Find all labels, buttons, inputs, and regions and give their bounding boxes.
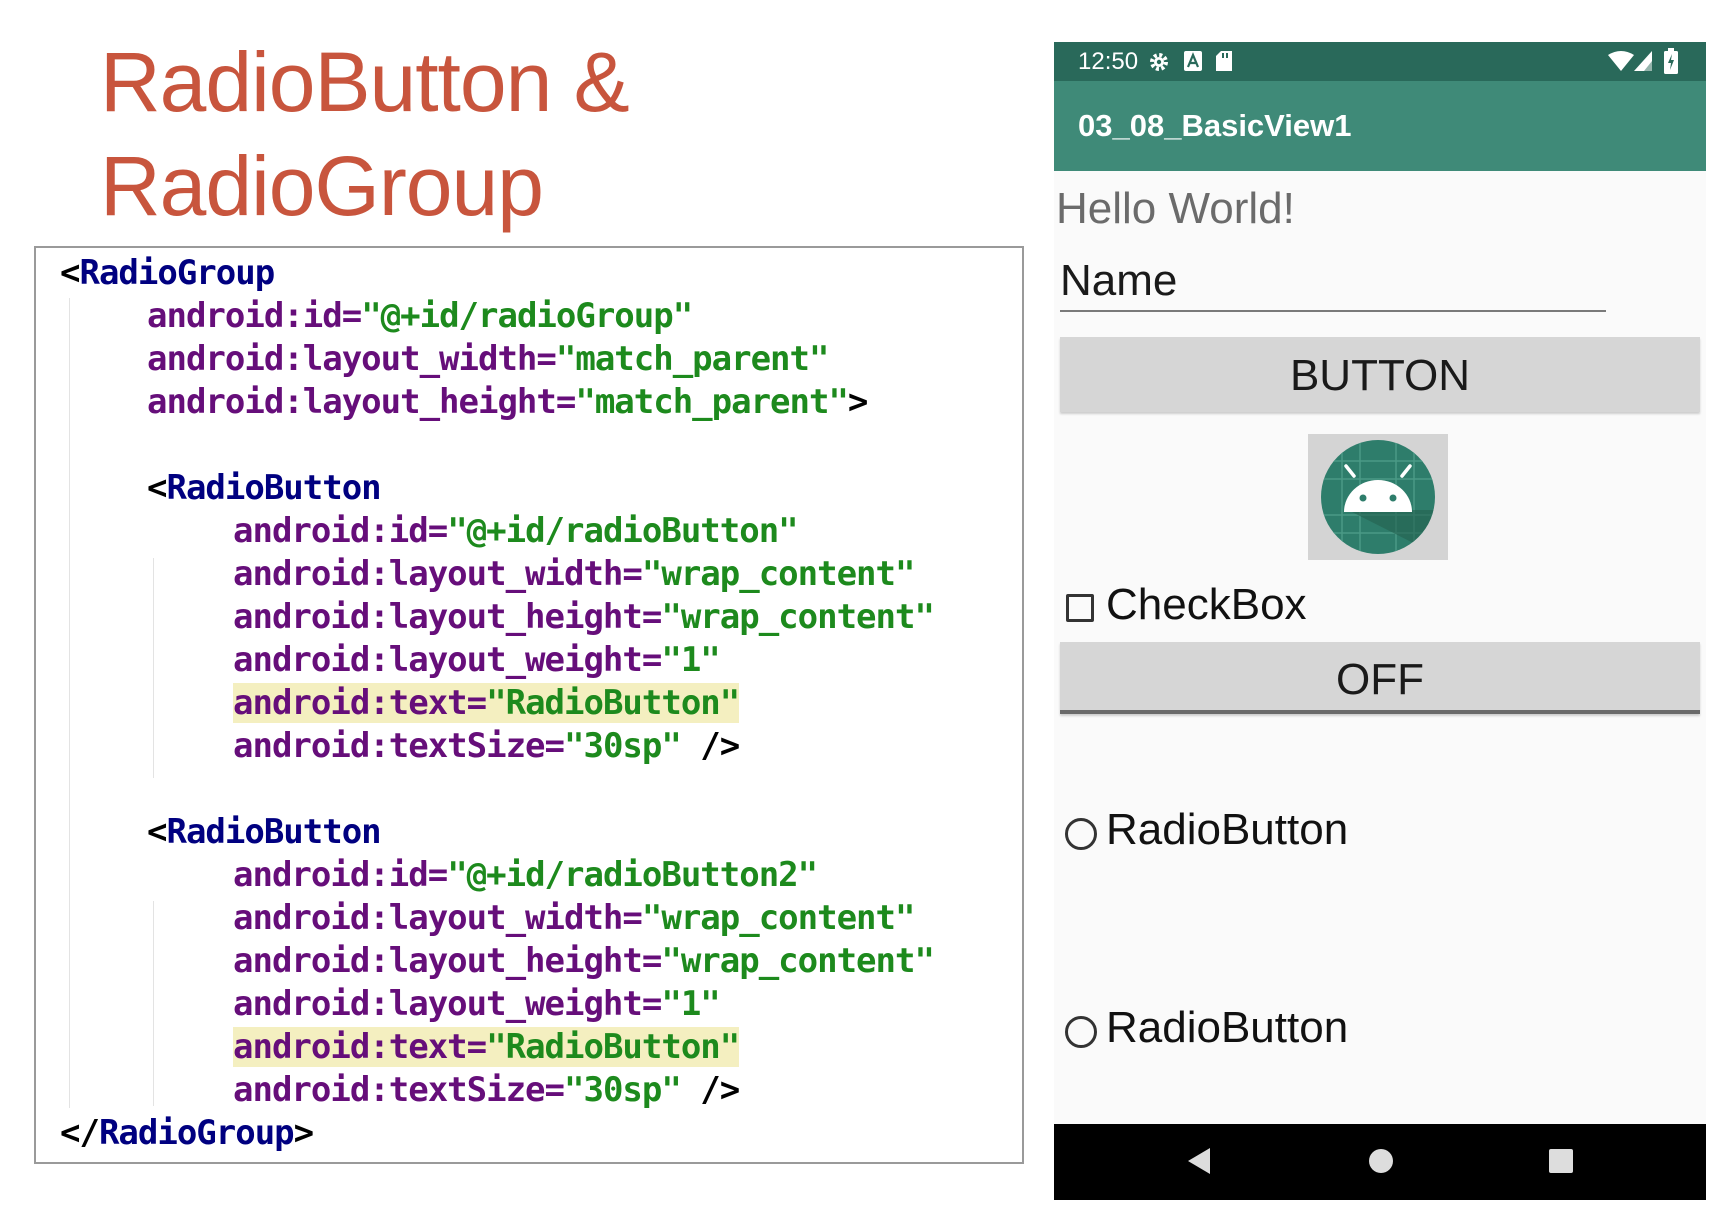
code-line: android:layout_weight="1" <box>233 640 721 680</box>
name-field[interactable] <box>1060 252 1606 312</box>
battery-icon <box>1664 48 1678 74</box>
app-title: 03_08_BasicView1 <box>1078 108 1352 143</box>
code-line: android:id="@+id/radioButton" <box>233 511 799 551</box>
hello-text: Hello World! <box>1056 184 1295 233</box>
app-bar: 03_08_BasicView1 <box>1054 81 1706 171</box>
image-view[interactable] <box>1308 434 1448 560</box>
checkbox-box[interactable] <box>1066 594 1094 622</box>
code-line: </RadioGroup> <box>60 1113 314 1153</box>
navigation-bar <box>1054 1124 1706 1200</box>
indent-guide <box>153 901 154 1106</box>
code-line-highlighted: android:text="RadioButton" <box>233 1027 740 1067</box>
slide-title: RadioButton & RadioGroup <box>100 30 630 238</box>
code-line: <RadioButton <box>147 812 382 852</box>
code-panel: <RadioGroup android:id="@+id/radioGroup"… <box>34 246 1024 1164</box>
settings-gear-icon <box>1150 53 1168 71</box>
slide-title-line-2: RadioGroup <box>100 139 544 233</box>
code-line: android:layout_height="wrap_content" <box>233 597 935 637</box>
slide-title-line-1: RadioButton & <box>100 35 630 129</box>
status-bar: 12:50 <box>1054 42 1706 81</box>
code-line: <RadioButton <box>147 468 382 508</box>
checkbox-label[interactable]: CheckBox <box>1106 577 1307 633</box>
code-line: android:layout_height="wrap_content" <box>233 941 935 981</box>
radio-circle[interactable] <box>1065 818 1097 850</box>
code-line: android:textSize="30sp" /> <box>233 726 740 766</box>
signal-icon <box>1634 51 1652 71</box>
status-time: 12:50 <box>1078 48 1139 75</box>
code-line: android:layout_width="wrap_content" <box>233 554 915 594</box>
code-line: android:layout_height="match_parent"> <box>147 382 868 422</box>
radio-label[interactable]: RadioButton <box>1106 1000 1348 1056</box>
code-line: <RadioGroup <box>60 253 275 293</box>
indent-guide <box>153 558 154 778</box>
main-button[interactable]: BUTTON <box>1060 337 1700 412</box>
sd-card-icon <box>1216 51 1232 71</box>
code-line: android:id="@+id/radioButton2" <box>233 855 818 895</box>
code-line: android:id="@+id/radioGroup" <box>147 296 693 336</box>
back-triangle-icon[interactable] <box>1186 1146 1212 1176</box>
code-line-highlighted: android:text="RadioButton" <box>233 683 740 723</box>
code-line: android:layout_width="match_parent" <box>147 339 829 379</box>
code-line: android:layout_width="wrap_content" <box>233 898 915 938</box>
radio-label[interactable]: RadioButton <box>1106 802 1348 858</box>
phone-screen: 12:50 03_08_BasicView1 Hello World! Name… <box>1054 42 1706 1200</box>
code-line: android:textSize="30sp" /> <box>233 1070 740 1110</box>
android-robot-icon <box>1321 440 1435 554</box>
toggle-button[interactable]: OFF <box>1060 642 1700 714</box>
indent-guide <box>69 298 70 1108</box>
recents-square-icon[interactable] <box>1548 1147 1574 1175</box>
a-badge-icon <box>1184 51 1202 71</box>
radio-circle[interactable] <box>1065 1016 1097 1048</box>
home-circle-icon[interactable] <box>1367 1146 1395 1176</box>
wifi-icon <box>1608 51 1634 71</box>
code-line: android:layout_weight="1" <box>233 984 721 1024</box>
